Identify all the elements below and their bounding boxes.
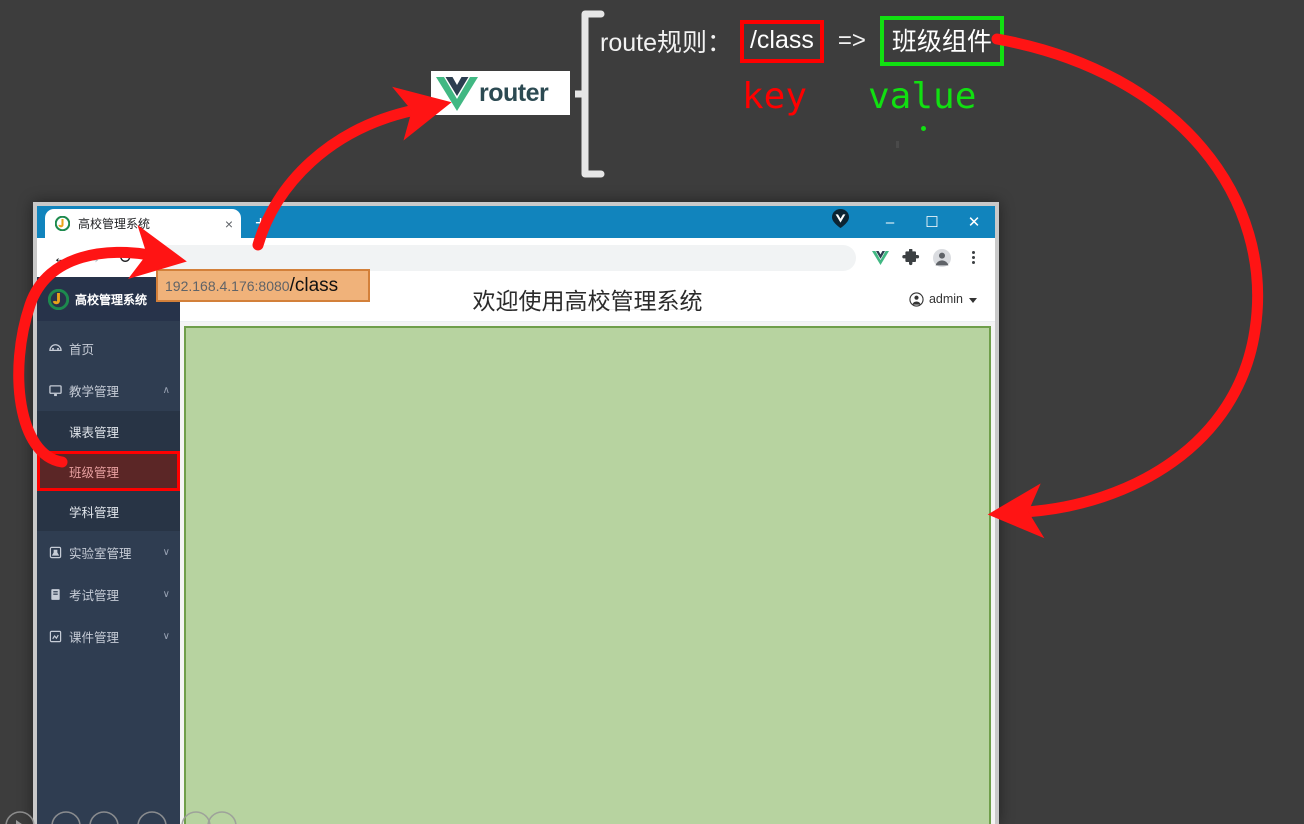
new-tab-button[interactable]: + xyxy=(255,214,266,233)
screenshot-root: router route规则： /class => 班级组件 key value… xyxy=(0,0,1304,824)
close-tab-icon[interactable]: × xyxy=(225,217,233,231)
user-menu-label: admin xyxy=(928,292,963,306)
taskbar-icon xyxy=(89,811,119,824)
window-minimize-button[interactable]: – xyxy=(869,208,911,236)
user-menu[interactable]: admin xyxy=(909,291,977,307)
sidebar-item-class[interactable]: 班级管理 xyxy=(37,451,180,491)
sidebar-item-schedule-label: 课表管理 xyxy=(69,425,120,440)
value-dot-marker xyxy=(921,126,926,131)
sidebar-group-exam[interactable]: 考试管理 ∨ xyxy=(37,573,180,615)
taskbar-icon xyxy=(137,811,167,824)
route-rule-line: route规则： /class => 班级组件 xyxy=(600,16,1004,66)
reload-button[interactable]: ↻ xyxy=(111,244,139,272)
brand-logo-icon xyxy=(48,288,69,310)
chevron-down-icon xyxy=(969,297,977,303)
chevron-down-icon: ∨ xyxy=(162,546,170,558)
vue-devtools-pin-icon[interactable] xyxy=(832,209,849,233)
sidebar-item-subject[interactable]: 学科管理 xyxy=(37,491,180,531)
vue-devtools-icon[interactable] xyxy=(870,248,890,268)
address-bar[interactable] xyxy=(149,244,856,271)
vue-logo-icon xyxy=(436,77,478,111)
app-sidebar: 高校管理系统 首页 教学管理 ∧ 课表管理 班级管理 学科管理 实验室管理 ∨ … xyxy=(37,277,180,824)
sidebar-item-schedule[interactable]: 课表管理 xyxy=(37,411,180,451)
app-body: 高校管理系统 首页 教学管理 ∧ 课表管理 班级管理 学科管理 实验室管理 ∨ … xyxy=(37,277,995,824)
sidebar-group-teaching-label: 教学管理 xyxy=(69,384,120,399)
url-highlight-callout[interactable]: 192.168.4.176:8080 /class xyxy=(156,269,370,302)
sidebar-item-class-label: 班级管理 xyxy=(69,465,120,480)
chevron-down-icon: ∨ xyxy=(162,630,170,642)
browser-window: 高校管理系统 × + – ☐ ✕ ← → ↻ 192.168.4.176:808… xyxy=(33,202,999,824)
vue-router-logo: router xyxy=(431,71,570,115)
courseware-icon xyxy=(49,630,62,642)
sidebar-item-subject-label: 学科管理 xyxy=(69,505,120,520)
profile-avatar-icon[interactable] xyxy=(932,248,952,268)
sidebar-group-teaching[interactable]: 教学管理 ∧ xyxy=(37,369,180,411)
dashboard-icon xyxy=(49,343,62,351)
exam-icon xyxy=(51,588,60,600)
window-controls: – ☐ ✕ xyxy=(869,208,995,236)
taskbar-play-icon xyxy=(16,820,22,824)
toolbar-icon-group xyxy=(870,248,985,268)
forward-button[interactable]: → xyxy=(79,244,107,272)
user-account-icon xyxy=(909,291,924,307)
taskbar-icon xyxy=(181,811,211,824)
window-close-button[interactable]: ✕ xyxy=(953,208,995,236)
sidebar-group-courseware[interactable]: 课件管理 ∨ xyxy=(37,615,180,657)
back-button[interactable]: ← xyxy=(47,244,75,272)
route-maps-to-symbol: => xyxy=(837,27,866,54)
sidebar-menu: 首页 教学管理 ∧ 课表管理 班级管理 学科管理 实验室管理 ∨ 考试管理 ∨ … xyxy=(37,321,180,657)
monitor-icon xyxy=(49,384,62,396)
site-favicon-icon xyxy=(55,216,70,231)
value-caption: value xyxy=(868,76,977,117)
browser-tab[interactable]: 高校管理系统 × xyxy=(45,209,241,238)
sidebar-group-exam-label: 考试管理 xyxy=(69,588,120,603)
sidebar-brand-label: 高校管理系统 xyxy=(75,292,148,307)
browser-tab-title: 高校管理系统 xyxy=(78,217,151,231)
class-component-panel xyxy=(184,326,991,824)
sidebar-item-home-label: 首页 xyxy=(69,342,95,357)
chevron-up-icon: ∧ xyxy=(162,384,170,396)
extensions-puzzle-icon[interactable] xyxy=(901,248,921,268)
chevron-down-icon: ∨ xyxy=(162,588,170,600)
taskbar-icon xyxy=(5,811,35,824)
url-host: 192.168.4.176:8080 xyxy=(165,277,290,294)
vue-router-logo-text: router xyxy=(479,78,549,107)
sidebar-item-home[interactable]: 首页 xyxy=(37,327,180,369)
sidebar-submenu-teaching: 课表管理 班级管理 学科管理 xyxy=(37,411,180,531)
taskbar-icon xyxy=(51,811,81,824)
key-caption: key xyxy=(742,76,808,117)
app-content: 欢迎使用高校管理系统 admin xyxy=(180,277,995,824)
desktop-taskbar xyxy=(5,811,237,824)
sidebar-group-lab-label: 实验室管理 xyxy=(69,546,132,561)
sidebar-group-lab[interactable]: 实验室管理 ∨ xyxy=(37,531,180,573)
url-path: /class xyxy=(289,274,339,296)
route-rule-label: route规则： xyxy=(600,29,732,57)
browser-titlebar: 高校管理系统 × + – ☐ ✕ xyxy=(37,206,995,238)
sidebar-group-courseware-label: 课件管理 xyxy=(69,630,120,645)
lab-icon xyxy=(49,546,62,558)
browser-toolbar: ← → ↻ 192.168.4.176:8080 /class xyxy=(37,238,995,302)
route-value-box: 班级组件 xyxy=(879,16,1004,66)
faint-tick-marker xyxy=(896,141,899,148)
route-key-box: /class xyxy=(739,19,824,63)
taskbar-icon xyxy=(207,811,237,824)
kebab-menu-icon[interactable] xyxy=(963,248,983,268)
window-maximize-button[interactable]: ☐ xyxy=(911,208,953,236)
